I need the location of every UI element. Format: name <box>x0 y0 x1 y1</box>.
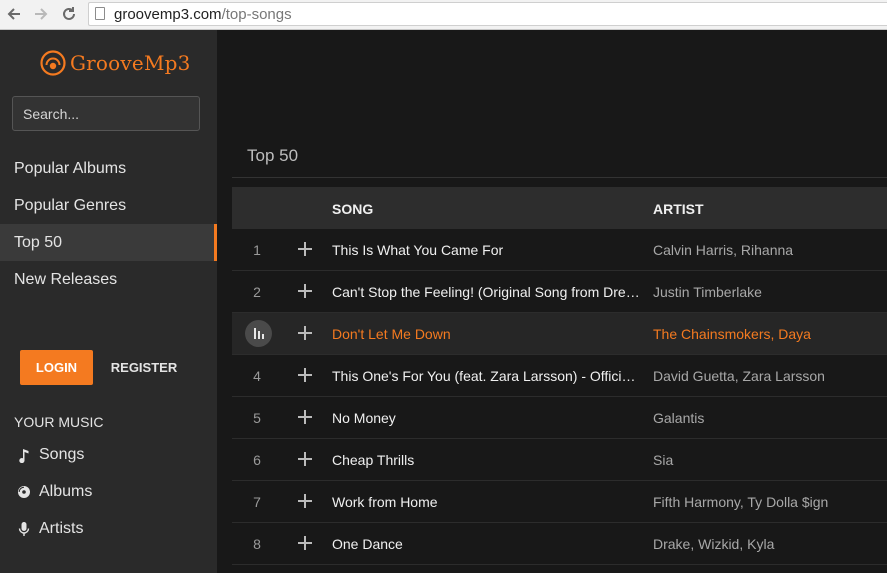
table-row[interactable]: 4 This One's For You (feat. Zara Larsson… <box>232 355 887 397</box>
add-to-playlist-icon[interactable] <box>298 368 312 382</box>
artist-name[interactable]: David Guetta, Zara Larsson <box>653 355 883 397</box>
track-number: 4 <box>253 368 261 384</box>
table-row[interactable]: 2 Can't Stop the Feeling! (Original Song… <box>232 271 887 313</box>
table-row-playing[interactable]: Don't Let Me Down The Chainsmokers, Daya <box>232 313 887 355</box>
artist-name[interactable]: Justin Timberlake <box>653 271 883 313</box>
logo-text: GrooveMp3 <box>70 51 191 75</box>
track-number: 6 <box>253 452 261 468</box>
add-to-playlist-icon[interactable] <box>298 452 312 466</box>
url-text: groovemp3.com/top-songs <box>114 6 292 23</box>
url-path: /top-songs <box>221 6 292 23</box>
table-row[interactable]: 5 No Money Galantis <box>232 397 887 439</box>
your-music-songs-label: Songs <box>39 446 85 463</box>
column-header-artist[interactable]: ARTIST <box>653 201 704 217</box>
song-title[interactable]: No Money <box>332 397 642 439</box>
song-title[interactable]: Can't Stop the Feeling! (Original Song f… <box>332 271 642 313</box>
song-title[interactable]: This One's For You (feat. Zara Larsson) … <box>332 355 642 397</box>
reload-icon <box>63 7 75 20</box>
song-title[interactable]: Cheap Thrills <box>332 439 642 481</box>
table-row[interactable]: 1 This Is What You Came For Calvin Harri… <box>232 229 887 271</box>
artist-name[interactable]: Drake, Wizkid, Kyla <box>653 523 883 565</box>
artist-name[interactable]: Sia <box>653 439 883 481</box>
logo-icon <box>40 50 66 76</box>
add-to-playlist-icon[interactable] <box>298 326 312 340</box>
now-playing-icon[interactable] <box>245 320 272 347</box>
menu-item-popular-genres[interactable]: Popular Genres <box>0 187 217 224</box>
your-music-albums-label: Albums <box>39 483 93 500</box>
add-to-playlist-icon[interactable] <box>298 284 312 298</box>
reload-button[interactable] <box>59 4 79 24</box>
table-row[interactable]: 8 One Dance Drake, Wizkid, Kyla <box>232 523 887 565</box>
disc-icon <box>18 486 30 498</box>
login-button[interactable]: LOGIN <box>20 350 93 385</box>
track-number: 7 <box>253 494 261 510</box>
menu-item-top-50[interactable]: Top 50 <box>0 224 217 261</box>
your-music-heading: YOUR MUSIC <box>14 414 104 430</box>
song-title[interactable]: One Dance <box>332 523 642 565</box>
sidebar: GrooveMp3 Popular Albums Popular Genres … <box>0 30 217 573</box>
table-row[interactable]: 7 Work from Home Fifth Harmony, Ty Dolla… <box>232 481 887 523</box>
address-bar[interactable]: groovemp3.com/top-songs <box>88 2 887 26</box>
song-title[interactable]: Don't Let Me Down <box>332 313 642 355</box>
table-row[interactable]: 6 Cheap Thrills Sia <box>232 439 887 481</box>
add-to-playlist-icon[interactable] <box>298 536 312 550</box>
add-to-playlist-icon[interactable] <box>298 410 312 424</box>
url-domain: groovemp3.com <box>114 6 222 23</box>
back-button[interactable] <box>4 4 24 24</box>
arrow-left-icon <box>7 8 20 20</box>
your-music-songs[interactable]: Songs <box>0 440 217 470</box>
menu-item-popular-albums[interactable]: Popular Albums <box>0 150 217 187</box>
your-music-albums[interactable]: Albums <box>0 477 217 507</box>
browser-toolbar: groovemp3.com/top-songs <box>0 0 887 30</box>
main-content: Top 50 SONG ARTIST 1 This Is What You Ca… <box>217 30 887 573</box>
page-icon <box>95 7 105 20</box>
register-button[interactable]: REGISTER <box>104 350 184 385</box>
page-title: Top 50 <box>247 146 299 165</box>
add-to-playlist-icon[interactable] <box>298 242 312 256</box>
track-number: 8 <box>253 536 261 552</box>
your-music-artists[interactable]: Artists <box>0 514 217 544</box>
microphone-icon <box>18 522 30 536</box>
forward-button[interactable] <box>31 4 51 24</box>
menu-item-new-releases[interactable]: New Releases <box>0 261 217 298</box>
artist-name[interactable]: Fifth Harmony, Ty Dolla $ign <box>653 481 883 523</box>
track-number: 1 <box>253 242 261 258</box>
song-title[interactable]: This Is What You Came For <box>332 229 642 271</box>
column-header-song[interactable]: SONG <box>332 201 373 217</box>
artist-name[interactable]: The Chainsmokers, Daya <box>653 313 883 355</box>
artist-name[interactable]: Calvin Harris, Rihanna <box>653 229 883 271</box>
add-to-playlist-icon[interactable] <box>298 494 312 508</box>
your-music-artists-label: Artists <box>39 520 84 537</box>
search-input[interactable] <box>12 96 200 131</box>
song-title[interactable]: Work from Home <box>332 481 642 523</box>
artist-name[interactable]: Galantis <box>653 397 883 439</box>
track-number: 2 <box>253 284 261 300</box>
music-note-icon <box>19 449 29 463</box>
track-number: 5 <box>253 410 261 426</box>
table-header: SONG ARTIST <box>232 187 887 229</box>
arrow-right-icon <box>35 8 48 20</box>
title-divider <box>232 177 887 178</box>
